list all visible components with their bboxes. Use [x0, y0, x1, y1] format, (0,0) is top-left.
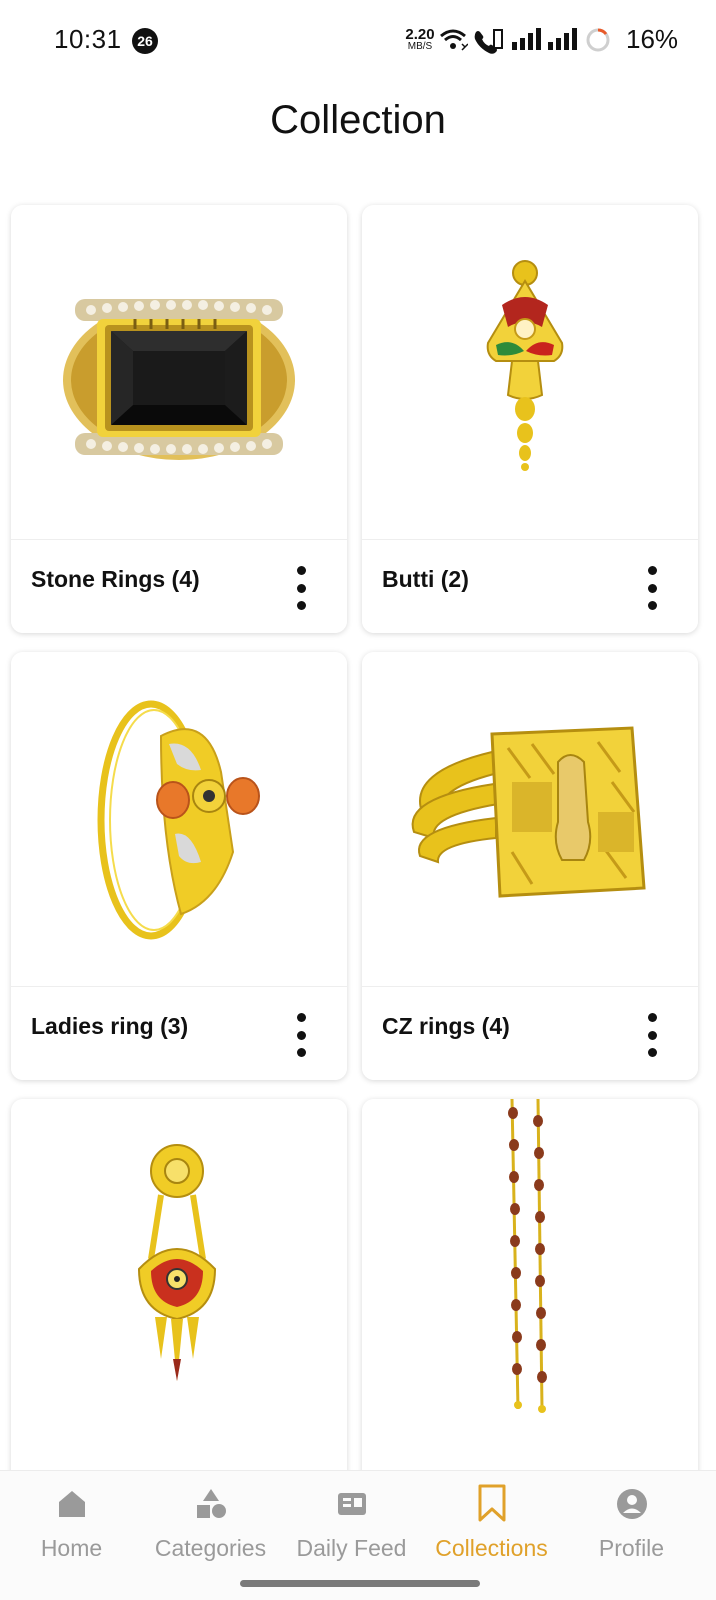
- collection-card[interactable]: CZ rings (4): [362, 652, 698, 1080]
- nav-profile-label: Profile: [598, 1535, 665, 1561]
- nav-categories-label: Categories: [154, 1535, 267, 1561]
- more-options-icon[interactable]: [640, 566, 664, 610]
- collection-card-footer: Ladies ring (3): [11, 986, 347, 1080]
- nav-categories[interactable]: Categories: [139, 1471, 282, 1571]
- collection-title: Ladies ring (3): [31, 1013, 189, 1039]
- collection-title: Stone Rings (4): [31, 566, 200, 592]
- collection-title: Butti (2): [382, 566, 469, 592]
- collection-card-footer: Stone Rings (4): [11, 539, 347, 633]
- nav-home[interactable]: Home: [0, 1471, 143, 1571]
- more-options-icon[interactable]: [289, 1013, 313, 1057]
- profile-icon: [616, 1489, 647, 1519]
- collections-grid: Stone Rings (4) Butti (2) Ladies ring (3…: [0, 0, 716, 1527]
- collection-screen: 10:31 26 2.20 MB/S 16% Collection Stone …: [0, 0, 716, 1600]
- nav-daily-feed-label: Daily Feed: [296, 1535, 407, 1561]
- stone-ring-image: [11, 205, 347, 539]
- daily-feed-icon: [337, 1493, 366, 1515]
- more-options-icon[interactable]: [289, 566, 313, 610]
- nav-collections[interactable]: Collections: [420, 1471, 563, 1571]
- collection-card-footer: Butti (2): [362, 539, 698, 633]
- collection-card[interactable]: [11, 1099, 347, 1527]
- nav-collections-label: Collections: [435, 1535, 548, 1561]
- collection-card[interactable]: Stone Rings (4): [11, 205, 347, 633]
- collection-title: CZ rings (4): [382, 1013, 510, 1039]
- categories-icon: [196, 1489, 226, 1518]
- more-options-icon[interactable]: [640, 1013, 664, 1057]
- collection-card[interactable]: Ladies ring (3): [11, 652, 347, 1080]
- cz-ring-image: [362, 652, 698, 986]
- rudraksha-chain-image: [362, 1099, 698, 1433]
- nav-home-label: Home: [40, 1535, 103, 1561]
- home-indicator[interactable]: [240, 1580, 480, 1587]
- collection-card[interactable]: Butti (2): [362, 205, 698, 633]
- ladies-ring-image: [11, 652, 347, 986]
- nav-daily-feed[interactable]: Daily Feed: [280, 1471, 423, 1571]
- collection-card-footer: CZ rings (4): [362, 986, 698, 1080]
- bookmark-icon: [478, 1484, 505, 1522]
- butti-earring-image: [362, 205, 698, 539]
- earring-image: [11, 1099, 347, 1433]
- nav-profile[interactable]: Profile: [560, 1471, 703, 1571]
- home-icon: [58, 1491, 85, 1517]
- collection-card[interactable]: [362, 1099, 698, 1527]
